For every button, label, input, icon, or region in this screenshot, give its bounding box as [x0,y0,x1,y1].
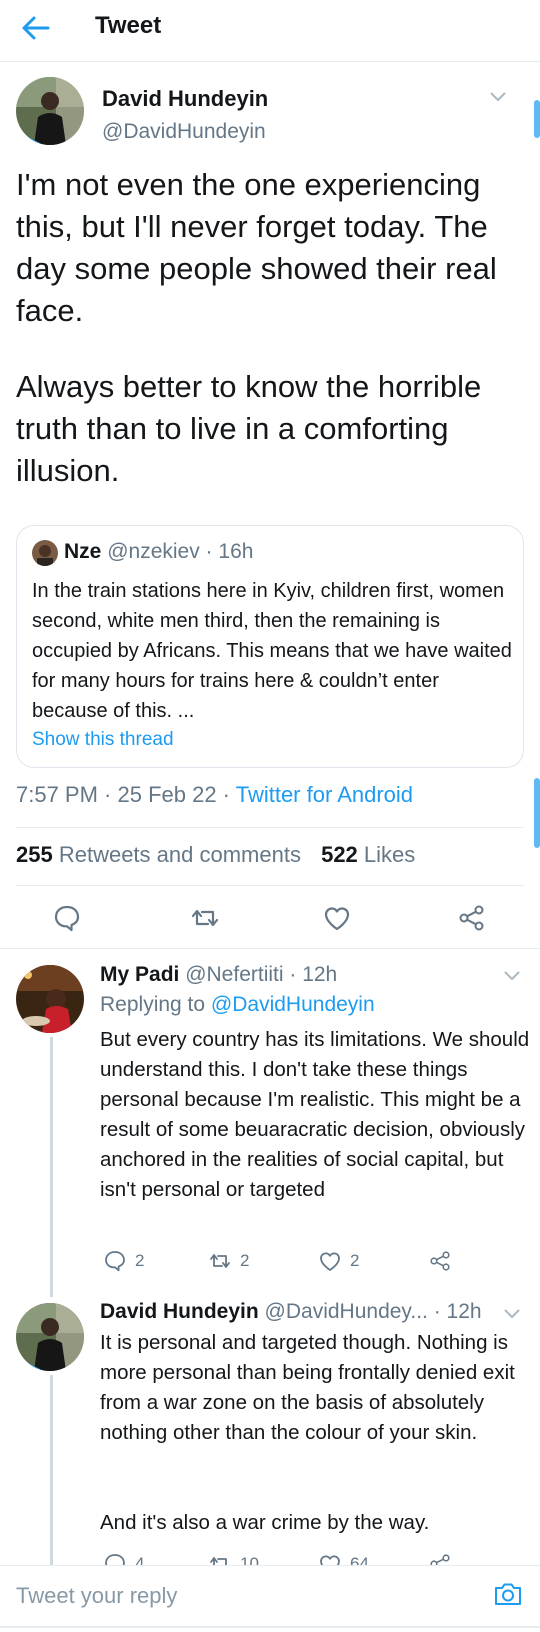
page-title: Tweet [95,12,162,39]
tweet-timestamp: 7:57 PM · 25 Feb 22 · [16,782,236,807]
tweet-meta: 7:57 PM · 25 Feb 22 · Twitter for Androi… [16,782,413,808]
likes-count: 522 [321,842,358,867]
reply-action[interactable]: 2 [103,1249,144,1273]
reply-avatar[interactable] [16,1303,84,1371]
replying-to-handle[interactable]: @DavidHundeyin [211,993,375,1016]
reply-header: My Padi @Nefertiiti · 12h [100,963,337,987]
retweet-icon[interactable] [190,903,220,933]
reply-count: 2 [135,1251,145,1270]
reply-input[interactable] [16,1578,456,1614]
author-name[interactable]: David Hundeyin [102,86,268,112]
camera-icon[interactable] [493,1579,523,1609]
divider [16,885,524,886]
replying-to-label: Replying to [100,993,211,1016]
like-action[interactable]: 2 [318,1249,359,1273]
like-icon [320,1252,340,1271]
retweet-count: 2 [240,1251,250,1270]
chevron-down-icon[interactable] [488,89,508,103]
chevron-down-icon[interactable] [502,968,522,982]
tweet-text-paragraph-2: Always better to know the horrible truth… [16,369,482,488]
quoted-header: Nze @nzekiev · 16h [64,540,253,564]
like-count: 2 [350,1251,360,1270]
top-app-bar: Tweet [0,0,540,62]
reply-text: It is personal and targeted though. Noth… [100,1331,515,1444]
divider [0,948,540,949]
reply-handle-time: @Nefertiiti · 12h [179,963,338,986]
like-icon[interactable] [322,903,352,933]
share-action[interactable] [428,1249,452,1273]
reply-icon [105,1251,125,1272]
retweet-action[interactable]: 2 [208,1249,249,1273]
chevron-down-icon[interactable] [502,1306,522,1320]
quoted-tweet-card[interactable]: Nze @nzekiev · 16h In the train stations… [16,525,524,768]
retweets-count: 255 [16,842,53,867]
quoted-author-name: Nze [64,540,102,563]
engagement-counts[interactable]: 255 Retweets and comments 522 Likes [16,842,415,868]
divider [16,827,524,828]
quoted-text: In the train stations here in Kyiv, chil… [32,580,512,722]
avatar[interactable] [16,77,84,145]
scrollbar-thumb-2[interactable] [534,778,540,848]
tweet-source-link[interactable]: Twitter for Android [236,782,413,807]
thread-line [50,1037,53,1297]
reply-composer-bar [0,1565,540,1632]
reply-text-paragraph-2: And it's also a war crime by the way. [100,1511,430,1534]
reply-handle-time: @DavidHundey... · 12h [258,1300,482,1323]
reply-author-name[interactable]: David Hundeyin [100,1300,259,1323]
reply-avatar[interactable] [16,965,84,1033]
reply-author-name[interactable]: My Padi [100,963,179,986]
retweets-label: Retweets and comments [52,842,301,867]
show-thread-link[interactable]: Show this thread [32,729,174,751]
likes-label: Likes [357,842,416,867]
tweet-text: I'm not even the one experiencing this, … [16,167,497,328]
replying-to: Replying to @DavidHundeyin [100,993,375,1017]
scrollbar-thumb[interactable] [534,100,540,138]
back-arrow-icon[interactable] [18,12,54,44]
quoted-avatar [32,540,58,566]
share-icon [430,1251,450,1271]
share-icon[interactable] [457,903,487,933]
reply-header: David Hundeyin @DavidHundey... · 12h [100,1300,482,1324]
author-handle[interactable]: @DavidHundeyin [102,120,266,144]
reply-text: But every country has its limitations. W… [100,1028,530,1201]
thread-line [50,1375,53,1565]
quoted-handle-time: @nzekiev · 16h [107,540,254,563]
reply-icon[interactable] [52,903,82,933]
reply-underline [0,1626,540,1628]
retweet-icon [210,1254,230,1268]
